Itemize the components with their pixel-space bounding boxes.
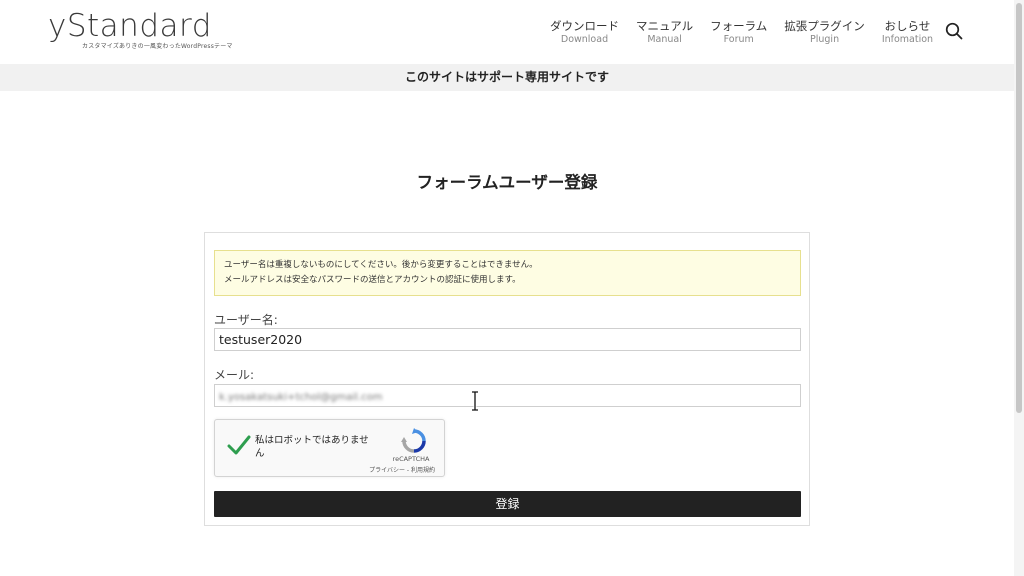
recaptcha-widget: 私はロボットではありません reCAPTCHA プライバシー - 利用規約 (214, 419, 445, 477)
site-header: yStandard カスタマイズありきの一風変わったWordPressテーマ ダ… (0, 0, 1014, 64)
nav-label-ja: ダウンロード (550, 19, 619, 33)
nav-item-information[interactable]: おしらせ Infomation (882, 19, 933, 47)
nav-label-ja: フォーラム (710, 19, 768, 33)
nav-label-en: Infomation (881, 34, 934, 45)
register-button[interactable]: 登録 (214, 491, 801, 517)
recaptcha-brand: reCAPTCHA (392, 455, 430, 463)
nav-label-en: Plugin (810, 34, 840, 45)
registration-form: ユーザー名は重複しないものにしてください。後から変更することはできません。 メー… (204, 232, 810, 526)
nav-label-ja: おしらせ (884, 19, 931, 33)
support-notice-bar: このサイトはサポート専用サイトです (0, 64, 1014, 91)
checkmark-icon[interactable] (227, 434, 251, 456)
logo-text: yStandard (48, 8, 212, 44)
info-line-email: メールアドレスは安全なパスワードの送信とアカウントの認証に使用します。 (224, 275, 521, 285)
nav-label-ja: マニュアル (636, 19, 694, 33)
page-title: フォーラムユーザー登録 (416, 173, 598, 192)
scrollbar-thumb[interactable] (1016, 3, 1022, 413)
username-label: ユーザー名: (214, 313, 278, 327)
nav-label-ja: 拡張プラグイン (784, 19, 865, 33)
email-input[interactable]: k.yosakatsuki+tchol@gmail.com (214, 384, 801, 407)
email-label: メール: (214, 368, 255, 382)
main-nav: ダウンロード Download マニュアル Manual フォーラム Forum… (550, 19, 950, 47)
username-input[interactable]: testuser2020 (214, 328, 801, 351)
nav-item-download[interactable]: ダウンロード Download (550, 19, 619, 47)
page-scrollbar[interactable] (1014, 0, 1024, 576)
info-notice: ユーザー名は重複しないものにしてください。後から変更することはできません。 メー… (214, 250, 801, 296)
recaptcha-label: 私はロボットではありません (255, 435, 369, 459)
logo-tagline: カスタマイズありきの一風変わったWordPressテーマ (82, 43, 233, 50)
search-icon[interactable] (945, 22, 963, 40)
info-line-username: ユーザー名は重複しないものにしてください。後から変更することはできません。 (224, 260, 538, 270)
nav-item-plugin[interactable]: 拡張プラグイン Plugin (784, 19, 865, 47)
nav-label-en: Manual (647, 34, 682, 45)
site-logo[interactable]: yStandard カスタマイズありきの一風変わったWordPressテーマ (48, 10, 248, 50)
nav-item-forum[interactable]: フォーラム Forum (710, 19, 767, 47)
nav-label-en: Download (560, 34, 609, 45)
recaptcha-logo-icon (401, 428, 426, 453)
nav-label-en: Forum (723, 34, 754, 45)
nav-item-manual[interactable]: マニュアル Manual (636, 19, 693, 47)
text-cursor-icon (472, 391, 478, 411)
email-value: k.yosakatsuki+tchol@gmail.com (219, 392, 383, 403)
recaptcha-privacy-links[interactable]: プライバシー - 利用規約 (345, 465, 445, 474)
